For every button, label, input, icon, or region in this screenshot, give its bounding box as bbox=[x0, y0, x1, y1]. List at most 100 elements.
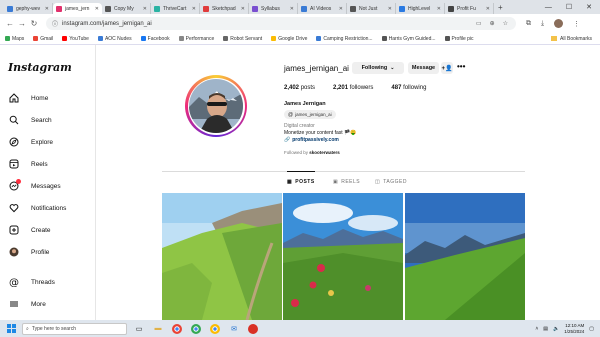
chrome-icon[interactable] bbox=[170, 322, 184, 336]
sidebar-item-notifications[interactable]: Notifications bbox=[8, 201, 66, 215]
browser-tab[interactable]: Profit Fu ✕ bbox=[445, 3, 494, 14]
sidebar-item-threads[interactable]: @ Threads bbox=[8, 275, 55, 289]
browser-tab[interactable]: Not Just ✕ bbox=[347, 3, 396, 14]
close-tab-icon[interactable]: ✕ bbox=[437, 6, 441, 12]
zoom-icon[interactable]: ⊕ bbox=[490, 20, 495, 27]
followers-count[interactable]: 2,201 followers bbox=[333, 85, 373, 91]
close-tab-icon[interactable]: ✕ bbox=[192, 6, 196, 12]
task-view-icon[interactable]: ▭ bbox=[132, 322, 146, 336]
browser-tab[interactable]: ThriveCart ✕ bbox=[151, 3, 200, 14]
maximize-button[interactable]: ☐ bbox=[566, 3, 572, 11]
browser-menu-icon[interactable]: ⋮ bbox=[573, 20, 580, 28]
sidebar-item-reels[interactable]: Reels bbox=[8, 157, 48, 171]
close-tab-icon[interactable]: ✕ bbox=[339, 6, 343, 12]
downloads-icon[interactable]: ⤓ bbox=[541, 20, 544, 28]
sidebar-item-more[interactable]: More bbox=[8, 297, 46, 311]
post-thumbnail[interactable] bbox=[162, 193, 282, 320]
sidebar-item-home[interactable]: Home bbox=[8, 91, 48, 105]
notification-badge bbox=[16, 178, 21, 184]
chrome-profile-icon[interactable] bbox=[189, 322, 203, 336]
following-count[interactable]: 487 following bbox=[391, 85, 426, 91]
tab-label: Not Just bbox=[359, 5, 378, 12]
reels-icon: ▣ bbox=[333, 179, 339, 185]
sidebar-item-create[interactable]: Create bbox=[8, 223, 51, 237]
close-tab-icon[interactable]: ✕ bbox=[388, 6, 392, 12]
bookmark-item[interactable]: AOC Nudes bbox=[97, 35, 132, 42]
threads-icon: @ bbox=[288, 111, 294, 118]
favicon-icon bbox=[105, 5, 111, 12]
close-tab-icon[interactable]: ✕ bbox=[143, 6, 147, 12]
browser-tab[interactable]: james_jern ✕ bbox=[53, 3, 102, 14]
followed-by[interactable]: Followed by skooterwaters bbox=[284, 150, 340, 155]
bookmark-star-icon[interactable]: ☆ bbox=[503, 20, 508, 27]
sidebar-item-messages[interactable]: Messages bbox=[8, 178, 61, 193]
browser-tab[interactable]: gephy-wev ✕ bbox=[4, 3, 53, 14]
network-icon[interactable]: ▤ bbox=[543, 326, 548, 332]
threads-badge[interactable]: @ james_jernigan_ai bbox=[284, 110, 336, 119]
following-button[interactable]: Following ⌄ bbox=[352, 62, 404, 74]
browser-tab[interactable]: Syllabus ✕ bbox=[249, 3, 298, 14]
bookmark-item[interactable]: Google Drive bbox=[271, 36, 307, 42]
bookmark-item[interactable]: YouTube bbox=[62, 36, 89, 42]
tab-tagged[interactable]: ◫ TAGGED bbox=[375, 179, 407, 185]
extensions-icon[interactable]: ⧉ bbox=[526, 20, 531, 28]
mail-icon[interactable]: ✉ bbox=[227, 322, 241, 336]
new-tab-button[interactable]: + bbox=[498, 3, 503, 12]
file-explorer-icon[interactable]: ▬ bbox=[151, 322, 165, 336]
more-options-icon[interactable]: ••• bbox=[457, 62, 465, 71]
close-tab-icon[interactable]: ✕ bbox=[45, 6, 49, 12]
browser-tab[interactable]: Copy My ✕ bbox=[102, 3, 151, 14]
close-tab-icon[interactable]: ✕ bbox=[95, 6, 99, 12]
forward-icon[interactable]: → bbox=[16, 19, 28, 28]
browser-tab[interactable]: Sketchpad ✕ bbox=[200, 3, 249, 14]
suggested-users-button[interactable]: +👤 bbox=[441, 62, 453, 74]
bookmark-item[interactable]: Facebook bbox=[140, 35, 170, 42]
sidebar-item-explore[interactable]: Explore bbox=[8, 135, 53, 149]
back-icon[interactable]: ← bbox=[4, 19, 16, 28]
instagram-logo[interactable]: Instagram bbox=[8, 61, 72, 74]
post-thumbnail[interactable] bbox=[405, 193, 525, 320]
message-button[interactable]: Message bbox=[408, 62, 439, 74]
close-tab-icon[interactable]: ✕ bbox=[290, 6, 294, 12]
profile-link[interactable]: 🔗 profitpassively.com bbox=[284, 137, 339, 143]
reload-icon[interactable]: ↻ bbox=[28, 19, 40, 28]
notifications-icon[interactable]: ▢ bbox=[589, 326, 594, 332]
tab-reels[interactable]: ▣ REELS bbox=[333, 179, 360, 185]
profile-avatar[interactable] bbox=[554, 19, 564, 28]
bookmark-item[interactable]: Gmail bbox=[33, 36, 53, 42]
taskbar-clock[interactable]: 12:10 AM 1/25/2024 bbox=[564, 323, 584, 334]
close-tab-icon[interactable]: ✕ bbox=[241, 6, 245, 12]
tab-label: gephy-wev bbox=[16, 5, 41, 12]
sidebar-item-search[interactable]: Search bbox=[8, 113, 52, 127]
cast-icon[interactable]: ▭ bbox=[476, 20, 482, 27]
bookmark-item[interactable]: Camping Restriction... bbox=[316, 36, 373, 42]
folder-icon bbox=[551, 36, 558, 41]
address-bar[interactable]: ⓘ instagram.com/james_jernigan_ai ▭ ⊕ ☆ bbox=[46, 17, 516, 30]
volume-icon[interactable]: 🔈 bbox=[553, 326, 559, 332]
profile-picture-ring[interactable] bbox=[185, 75, 247, 137]
chrome-alt-icon[interactable] bbox=[208, 322, 222, 336]
recorder-icon[interactable] bbox=[246, 322, 260, 336]
browser-tab[interactable]: HighLevel ✕ bbox=[396, 3, 445, 14]
all-bookmarks[interactable]: All Bookmarks bbox=[560, 36, 592, 42]
bookmark-item[interactable]: Performance bbox=[178, 36, 214, 42]
post-thumbnail[interactable] bbox=[283, 193, 403, 320]
bookmark-label: AOC Nudes bbox=[104, 35, 132, 42]
bookmark-label: Facebook bbox=[147, 35, 170, 42]
close-tab-icon[interactable]: ✕ bbox=[486, 6, 490, 12]
browser-tab[interactable]: AI Videos ✕ bbox=[298, 3, 347, 14]
bookmark-item[interactable]: Harris Gym Guided... bbox=[381, 36, 436, 42]
tray-chevron-icon[interactable]: ˄ bbox=[535, 326, 538, 332]
bookmark-item[interactable]: Maps bbox=[5, 36, 24, 42]
tab-posts[interactable]: ▦ POSTS bbox=[287, 171, 315, 185]
bookmark-item[interactable]: Profile pic bbox=[444, 36, 474, 42]
close-window-button[interactable]: ✕ bbox=[586, 3, 592, 11]
site-info-icon[interactable]: ⓘ bbox=[52, 19, 58, 28]
sidebar-item-profile[interactable]: Profile bbox=[8, 245, 49, 259]
bookmark-item[interactable]: Robot Servant bbox=[223, 36, 262, 42]
taskbar-search[interactable]: ⌕ Type here to search bbox=[22, 322, 127, 335]
windows-start-icon[interactable] bbox=[0, 324, 22, 333]
sidebar-item-label: Threads bbox=[31, 278, 55, 286]
minimize-button[interactable]: — bbox=[545, 4, 552, 11]
bookmark-favicon-icon bbox=[381, 36, 387, 41]
